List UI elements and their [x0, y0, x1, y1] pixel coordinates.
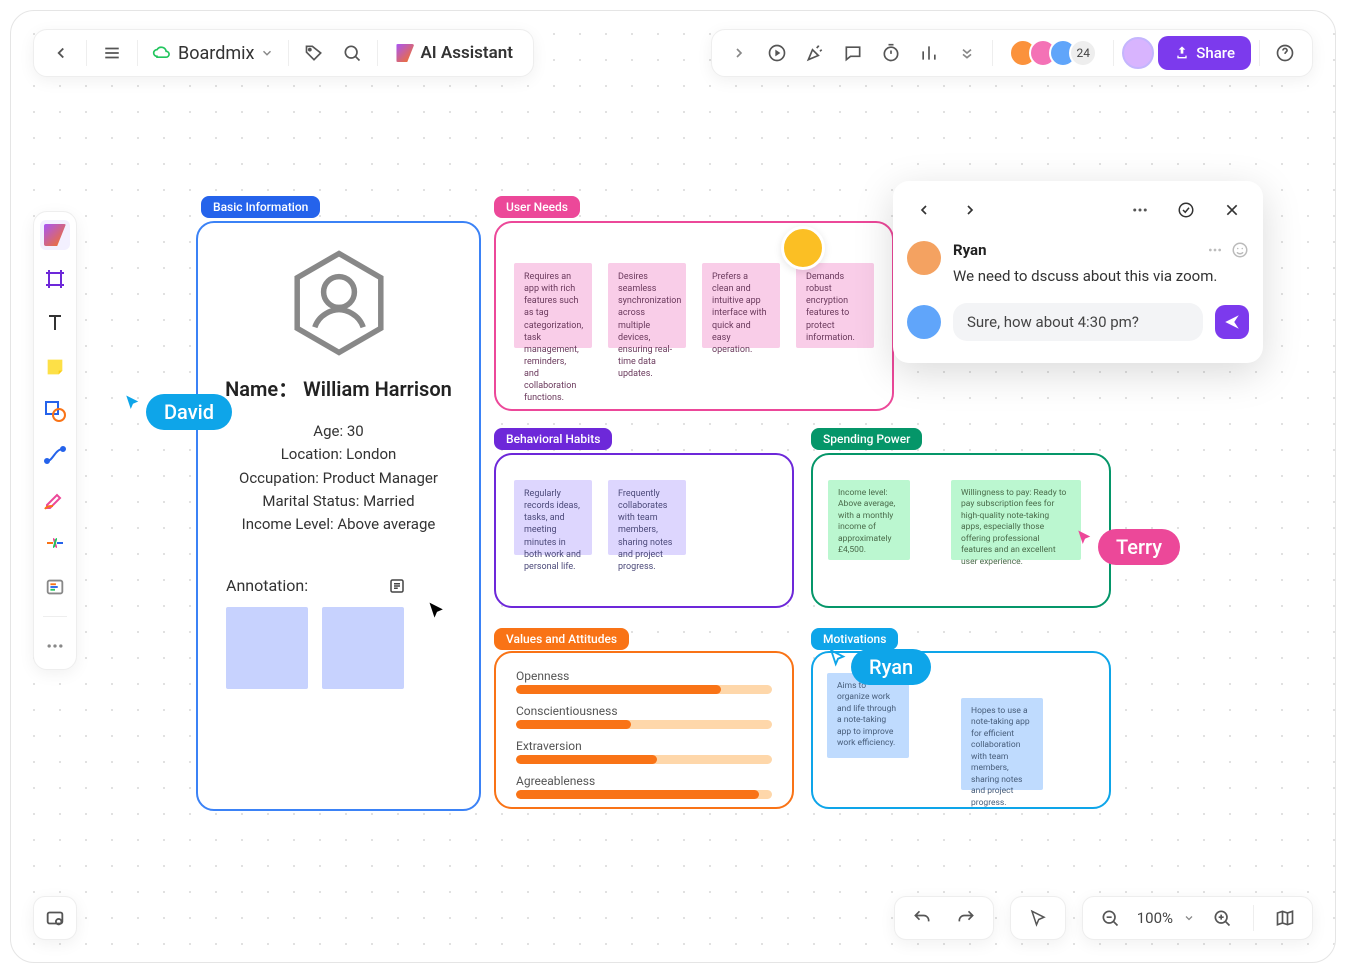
panel-prev-button[interactable] — [907, 193, 941, 227]
persona-income: Income Level: Above average — [198, 513, 479, 536]
tag-spending: Spending Power — [811, 428, 922, 450]
tag-values: Values and Attitudes — [494, 628, 629, 650]
comment-author-avatar — [907, 241, 941, 275]
map-icon — [1275, 908, 1295, 928]
cursor-terry-label: Terry — [1098, 529, 1180, 565]
emoji-icon[interactable] — [1231, 241, 1249, 259]
dots-icon — [1131, 201, 1149, 219]
cursor-david: David — [124, 376, 232, 430]
zoom-value[interactable]: 100% — [1137, 909, 1173, 927]
trait-label: Openness — [516, 669, 772, 683]
sticky-note[interactable]: Desires seamless synchronization across … — [608, 263, 686, 348]
annotation-label: Annotation: — [226, 576, 308, 595]
cursor-ryan-label: Ryan — [851, 649, 931, 685]
sticky-note[interactable]: Frequently collaborates with team member… — [608, 480, 686, 555]
cursor-icon — [124, 394, 142, 412]
persona-avatar-icon — [279, 243, 399, 363]
zoom-out-button[interactable] — [1093, 901, 1127, 935]
annotation-sticky[interactable] — [322, 607, 404, 689]
pointer-button[interactable] — [1021, 901, 1055, 935]
tag-user-needs: User Needs — [494, 196, 580, 218]
persona-location: Location: London — [198, 443, 479, 466]
undo-icon — [912, 908, 932, 928]
trait-label: Extraversion — [516, 739, 772, 753]
trait-bar — [516, 685, 721, 694]
tag-habits: Behavioral Habits — [494, 428, 612, 450]
cursor-ryan: Ryan — [829, 631, 931, 685]
trait-bar — [516, 720, 631, 729]
bottom-right-controls: 100% — [894, 896, 1313, 940]
panel-close-button[interactable] — [1215, 193, 1249, 227]
persona-marital: Marital Status: Married — [198, 490, 479, 513]
sticky-note[interactable]: Willingness to pay: Ready to pay subscri… — [951, 480, 1081, 560]
values-card[interactable]: Openness Conscientiousness Extraversion … — [494, 651, 794, 809]
persona-card[interactable]: Name： William Harrison Age: 30 Location:… — [196, 221, 481, 811]
panel-resolve-button[interactable] — [1169, 193, 1203, 227]
zoom-in-button[interactable] — [1205, 901, 1239, 935]
tag-basic-info: Basic Information — [201, 196, 320, 218]
map-button[interactable] — [1268, 901, 1302, 935]
chevron-right-icon — [962, 202, 978, 218]
user-needs-card[interactable]: Requires an app with rich features such … — [494, 221, 894, 411]
check-circle-icon — [1177, 201, 1195, 219]
comment-panel: Ryan We need to dscuss about this via zo… — [893, 181, 1263, 363]
habits-card[interactable]: Regularly records ideas, tasks, and meet… — [494, 453, 794, 608]
trait-bar — [516, 755, 657, 764]
panel-next-button[interactable] — [953, 193, 987, 227]
cursor-terry: Terry — [1076, 511, 1180, 565]
chevron-down-icon[interactable] — [1183, 912, 1195, 924]
annotation-sticky[interactable] — [226, 607, 308, 689]
comment-text: We need to dscuss about this via zoom. — [953, 267, 1249, 285]
reply-author-avatar — [907, 305, 941, 339]
send-icon — [1223, 313, 1241, 331]
sticky-note[interactable]: Aims to organize work and life through a… — [827, 673, 909, 758]
panel-more-button[interactable] — [1123, 193, 1157, 227]
redo-icon — [956, 908, 976, 928]
persona-age: Age: 30 — [198, 420, 479, 443]
redo-button[interactable] — [949, 901, 983, 935]
minimap-button[interactable] — [33, 896, 77, 940]
chevron-left-icon — [916, 202, 932, 218]
cursor-icon — [427, 601, 447, 621]
pointer-icon — [1029, 909, 1047, 927]
trait-label: Conscientiousness — [516, 704, 772, 718]
sticky-note[interactable]: Demands robust encryption features to pr… — [796, 263, 874, 348]
minimap-icon — [44, 907, 66, 929]
cursor-icon — [829, 649, 847, 667]
spending-card[interactable]: Income level: Above average, with a mont… — [811, 453, 1111, 608]
send-button[interactable] — [1215, 305, 1249, 339]
persona-name: Name： William Harrison — [198, 373, 479, 402]
zoom-in-icon — [1212, 908, 1232, 928]
undo-button[interactable] — [905, 901, 939, 935]
sticky-note[interactable]: Regularly records ideas, tasks, and meet… — [514, 480, 592, 555]
sticky-note[interactable]: Income level: Above average, with a mont… — [828, 480, 910, 560]
persona-occupation: Occupation: Product Manager — [198, 467, 479, 490]
sticky-note[interactable]: Requires an app with rich features such … — [514, 263, 592, 348]
trait-bar — [516, 790, 759, 799]
dots-icon[interactable] — [1207, 242, 1223, 258]
reply-input[interactable]: Sure, how about 4:30 pm? — [953, 303, 1203, 341]
collaborator-floating-avatar[interactable] — [781, 226, 825, 270]
zoom-out-icon — [1100, 908, 1120, 928]
cursor-icon — [1076, 529, 1094, 547]
trait-label: Agreeableness — [516, 774, 772, 788]
close-icon — [1224, 202, 1240, 218]
cursor-david-label: David — [146, 394, 232, 430]
annotation-icon — [388, 577, 406, 595]
sticky-note[interactable]: Prefers a clean and intuitive app interf… — [702, 263, 780, 348]
sticky-note[interactable]: Hopes to use a note-taking app for effic… — [961, 698, 1043, 790]
comment-author-name: Ryan — [953, 241, 987, 259]
